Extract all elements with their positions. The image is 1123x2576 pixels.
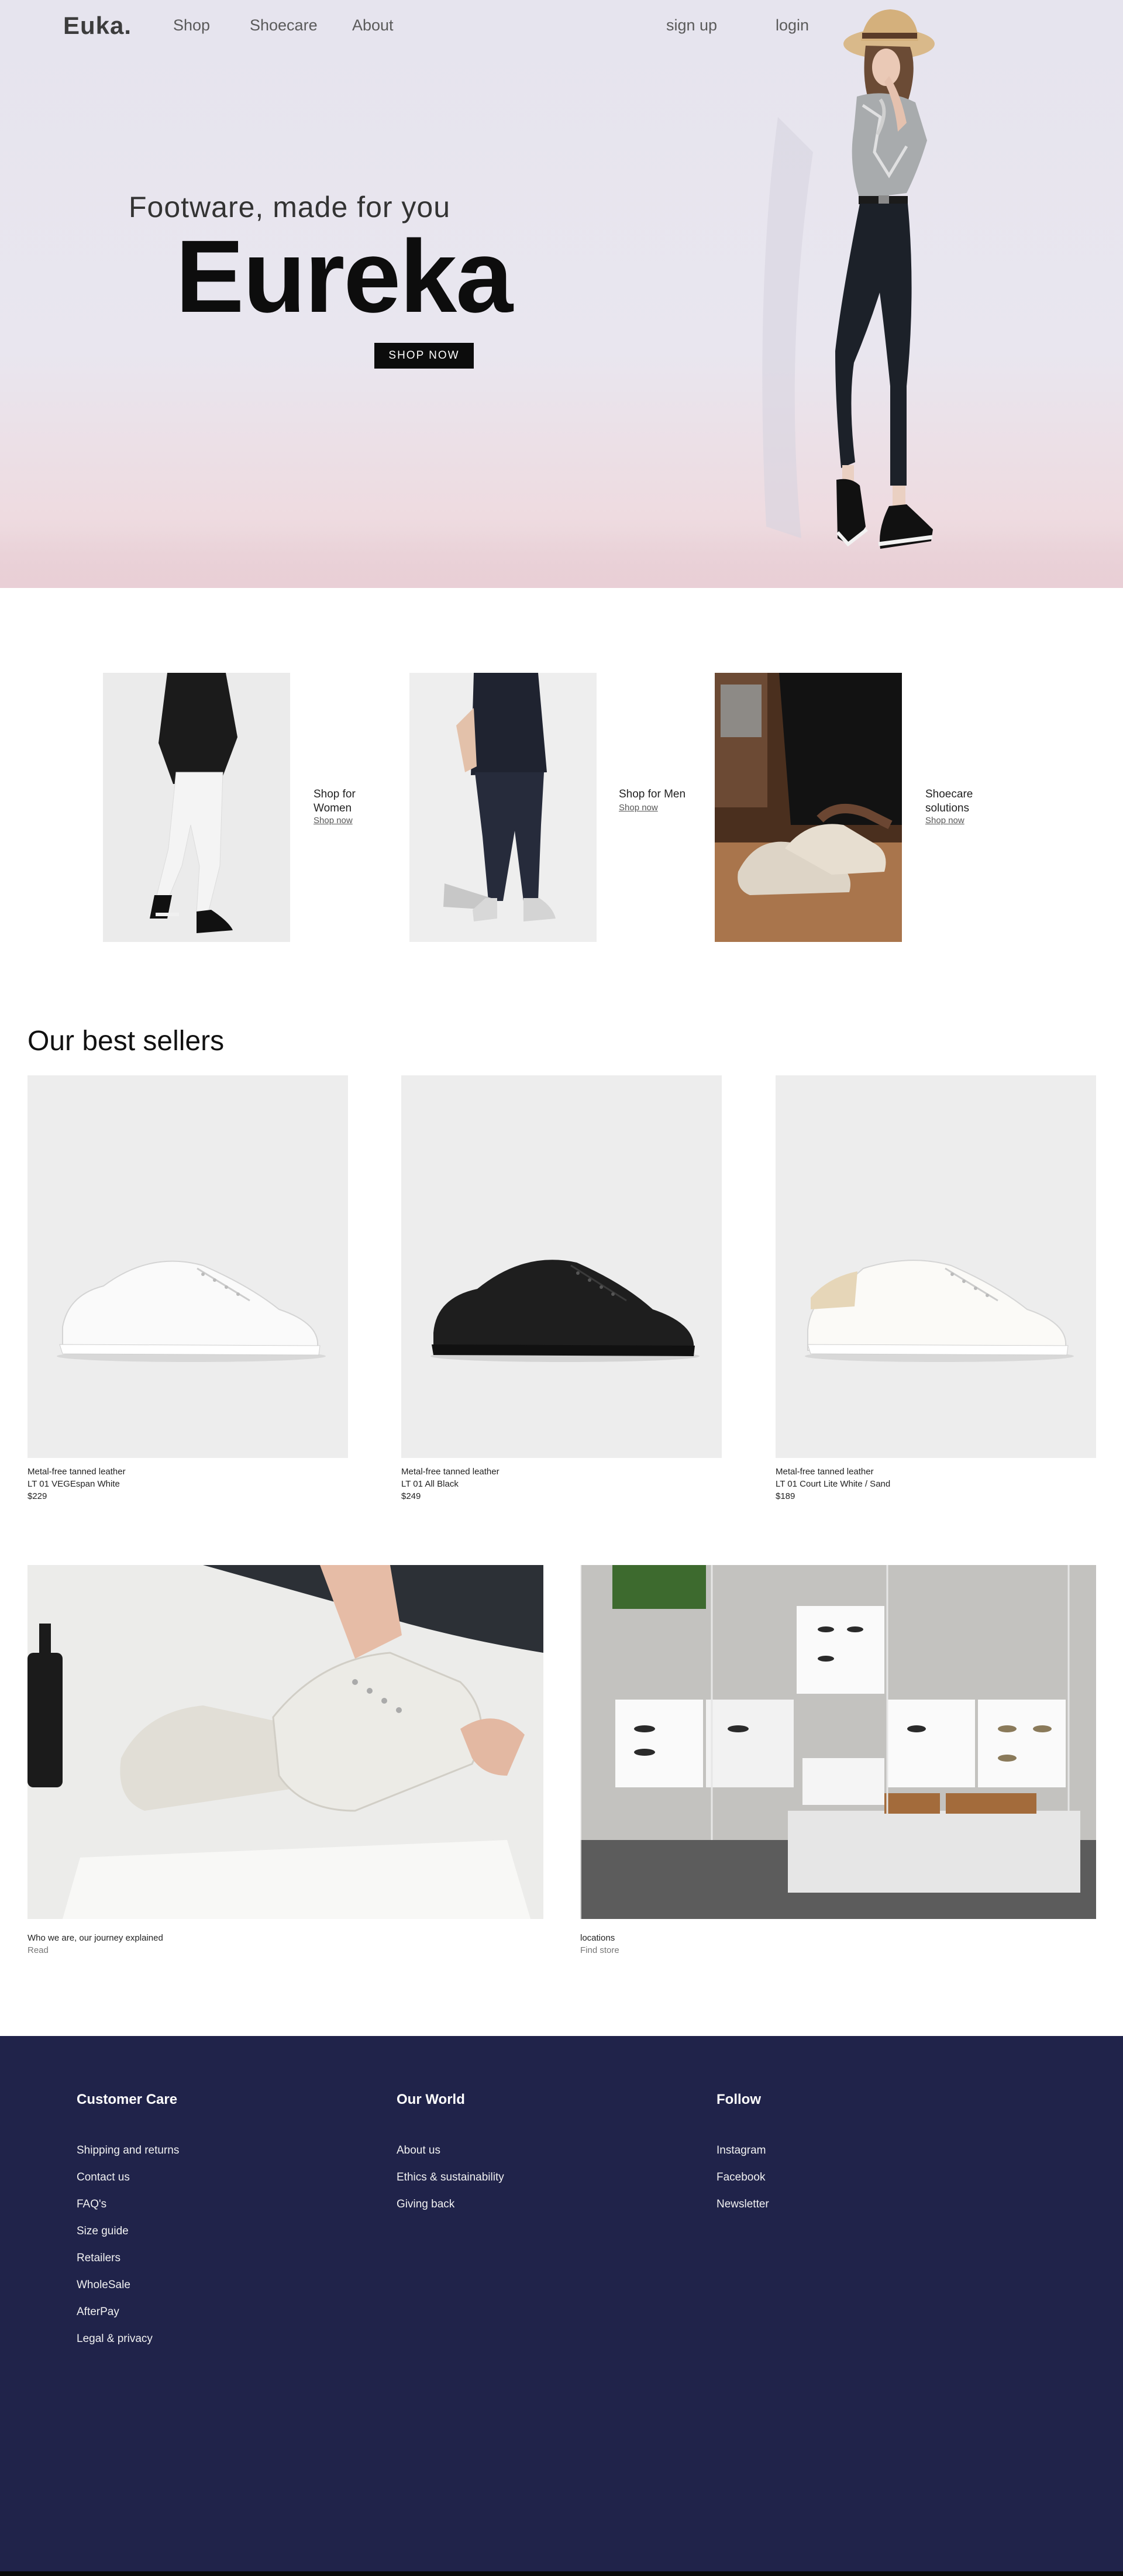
product-info-white: Metal-free tanned leather LT 01 VEGEspan… [27,1466,126,1502]
hero-model-image [762,9,935,549]
site-logo[interactable]: Euka. [63,12,132,40]
category-shoecare-image[interactable] [715,673,902,942]
product-price: $229 [27,1491,47,1501]
product-card-white-sand[interactable] [776,1075,1096,1458]
footer-link-retailers[interactable]: Retailers [77,2252,120,2265]
category-women-image[interactable] [103,673,290,942]
read-link[interactable]: Read [27,1944,163,1956]
footer-link-ethics[interactable]: Ethics & sustainability [397,2171,504,2184]
white-sneaker-image [57,1260,326,1362]
product-price: $249 [401,1491,421,1501]
hero-banner: Euka. Shop Shoecare About sign up login … [0,0,1123,588]
footer-link-about[interactable]: About us [397,2144,440,2157]
nav-about-link[interactable]: About [352,16,394,35]
signup-link[interactable]: sign up [666,16,717,35]
category-women-line2: Women [314,802,352,814]
hero-title: Eureka [175,219,513,334]
footer-follow-title: Follow [716,2092,761,2107]
footer-bottom-bar [0,2571,1123,2576]
footer-link-size-guide[interactable]: Size guide [77,2225,129,2238]
site-footer [0,2036,1123,2571]
product-info-black: Metal-free tanned leather LT 01 All Blac… [401,1466,500,1502]
shop-women-link[interactable]: Shop now [314,816,353,826]
category-women-label: Shop for Women [314,787,356,816]
story-locations-image[interactable] [580,1565,1096,1919]
footer-link-instagram[interactable]: Instagram [716,2144,766,2157]
footer-link-afterpay[interactable]: AfterPay [77,2306,119,2319]
story-journey-title: Who we are, our journey explained [27,1933,163,1943]
store-interior-illustration [580,1565,1096,1919]
product-name[interactable]: LT 01 VEGEspan White [27,1478,126,1490]
nav-shoecare-link[interactable]: Shoecare [250,16,318,35]
shop-shoecare-link[interactable]: Shop now [925,816,964,826]
footer-link-faq[interactable]: FAQ's [77,2198,106,2211]
category-shoecare-line2: solutions [925,802,969,814]
product-card-white[interactable] [27,1075,348,1458]
best-sellers-title: Our best sellers [27,1026,225,1057]
product-info-white-sand: Metal-free tanned leather LT 01 Court Li… [776,1466,890,1502]
category-shoecare-line1: Shoecare [925,788,973,800]
footer-link-wholesale[interactable]: WholeSale [77,2279,130,2292]
story-locations-title: locations [580,1933,615,1943]
product-name[interactable]: LT 01 All Black [401,1478,500,1490]
white-sand-sneaker-image [805,1260,1074,1362]
product-material: Metal-free tanned leather [27,1467,126,1477]
shop-now-button[interactable]: SHOP NOW [374,343,474,369]
category-men-line1: Shop for Men [619,788,686,800]
category-men-label: Shop for Men [619,787,685,802]
story-locations-caption: locations Find store [580,1932,619,1956]
product-material: Metal-free tanned leather [776,1467,874,1477]
shoe-cleaning-illustration [27,1565,543,1919]
product-material: Metal-free tanned leather [401,1467,500,1477]
footer-link-shipping[interactable]: Shipping and returns [77,2144,179,2157]
footer-link-legal[interactable]: Legal & privacy [77,2333,153,2345]
category-shoecare-label: Shoecare solutions [925,787,973,816]
shop-men-link[interactable]: Shop now [619,803,658,813]
women-model-illustration [150,673,237,933]
story-journey-caption: Who we are, our journey explained Read [27,1932,163,1956]
category-women-line1: Shop for [314,788,356,800]
footer-customer-care-title: Customer Care [77,2092,178,2107]
nav-shop-link[interactable]: Shop [173,16,210,35]
product-price: $189 [776,1491,795,1501]
product-card-black[interactable] [401,1075,722,1458]
product-name[interactable]: LT 01 Court Lite White / Sand [776,1478,890,1490]
category-men-image[interactable] [409,673,597,942]
footer-link-contact[interactable]: Contact us [77,2171,130,2184]
footer-our-world-title: Our World [397,2092,465,2107]
men-model-illustration [443,673,556,921]
footer-link-giving-back[interactable]: Giving back [397,2198,454,2211]
find-store-link[interactable]: Find store [580,1944,619,1956]
black-sneaker-image [430,1260,700,1362]
footer-link-facebook[interactable]: Facebook [716,2171,765,2184]
footer-link-newsletter[interactable]: Newsletter [716,2198,769,2211]
story-journey-image[interactable] [27,1565,543,1919]
shoecare-illustration [715,673,902,942]
